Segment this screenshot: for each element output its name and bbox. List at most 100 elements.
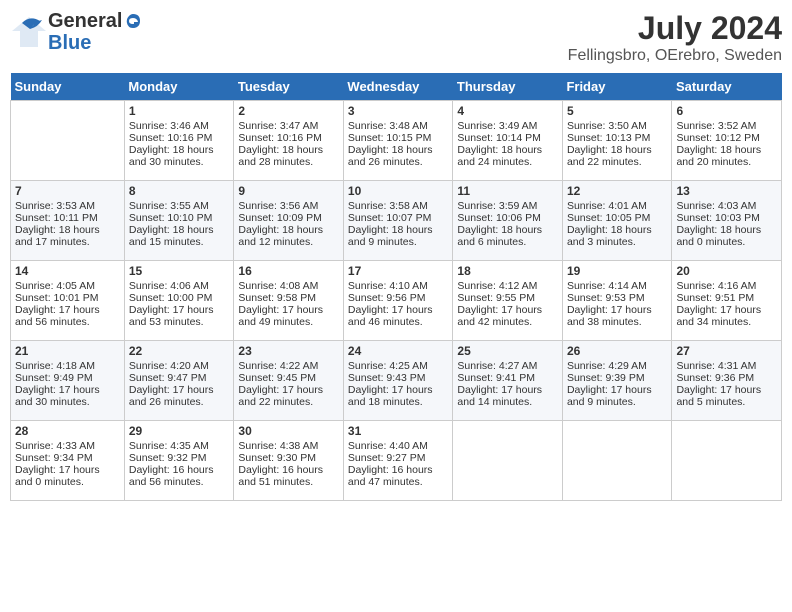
sunset-time: Sunset: 9:32 PM: [129, 452, 230, 464]
sunset-time: Sunset: 10:16 PM: [238, 132, 339, 144]
calendar-cell: 31Sunrise: 4:40 AMSunset: 9:27 PMDayligh…: [343, 421, 453, 501]
logo-blue: Blue: [48, 32, 142, 54]
daylight-hours: Daylight: 17 hours and 34 minutes.: [676, 304, 777, 328]
daylight-hours: Daylight: 18 hours and 24 minutes.: [457, 144, 558, 168]
sunrise-time: Sunrise: 4:06 AM: [129, 280, 230, 292]
weekday-header-wednesday: Wednesday: [343, 73, 453, 101]
day-number: 1: [129, 104, 230, 118]
day-number: 8: [129, 184, 230, 198]
calendar-cell: 16Sunrise: 4:08 AMSunset: 9:58 PMDayligh…: [234, 261, 344, 341]
calendar-cell: 6Sunrise: 3:52 AMSunset: 10:12 PMDayligh…: [672, 101, 782, 181]
day-number: 17: [348, 264, 449, 278]
daylight-hours: Daylight: 18 hours and 0 minutes.: [676, 224, 777, 248]
daylight-hours: Daylight: 18 hours and 15 minutes.: [129, 224, 230, 248]
daylight-hours: Daylight: 18 hours and 28 minutes.: [238, 144, 339, 168]
sunset-time: Sunset: 10:06 PM: [457, 212, 558, 224]
sunset-time: Sunset: 9:56 PM: [348, 292, 449, 304]
calendar-cell: 17Sunrise: 4:10 AMSunset: 9:56 PMDayligh…: [343, 261, 453, 341]
calendar-cell: 2Sunrise: 3:47 AMSunset: 10:16 PMDayligh…: [234, 101, 344, 181]
daylight-hours: Daylight: 18 hours and 3 minutes.: [567, 224, 668, 248]
sunset-time: Sunset: 9:55 PM: [457, 292, 558, 304]
sunset-time: Sunset: 9:47 PM: [129, 372, 230, 384]
sunset-time: Sunset: 9:45 PM: [238, 372, 339, 384]
day-number: 9: [238, 184, 339, 198]
day-number: 15: [129, 264, 230, 278]
sunset-time: Sunset: 10:07 PM: [348, 212, 449, 224]
sunset-time: Sunset: 10:16 PM: [129, 132, 230, 144]
sunset-time: Sunset: 10:15 PM: [348, 132, 449, 144]
calendar-cell: 11Sunrise: 3:59 AMSunset: 10:06 PMDaylig…: [453, 181, 563, 261]
day-number: 7: [15, 184, 120, 198]
calendar-cell: 10Sunrise: 3:58 AMSunset: 10:07 PMDaylig…: [343, 181, 453, 261]
logo: General Blue: [10, 10, 142, 54]
page-header: General Blue July 2024 Fellingsbro, OEre…: [10, 10, 782, 65]
daylight-hours: Daylight: 16 hours and 51 minutes.: [238, 464, 339, 488]
sunrise-time: Sunrise: 4:10 AM: [348, 280, 449, 292]
sunset-time: Sunset: 9:30 PM: [238, 452, 339, 464]
weekday-header-saturday: Saturday: [672, 73, 782, 101]
weekday-header-tuesday: Tuesday: [234, 73, 344, 101]
calendar-cell: 9Sunrise: 3:56 AMSunset: 10:09 PMDayligh…: [234, 181, 344, 261]
daylight-hours: Daylight: 17 hours and 53 minutes.: [129, 304, 230, 328]
sunset-time: Sunset: 10:13 PM: [567, 132, 668, 144]
calendar-cell: 29Sunrise: 4:35 AMSunset: 9:32 PMDayligh…: [124, 421, 234, 501]
sunrise-time: Sunrise: 4:35 AM: [129, 440, 230, 452]
week-row-4: 21Sunrise: 4:18 AMSunset: 9:49 PMDayligh…: [11, 341, 782, 421]
daylight-hours: Daylight: 16 hours and 56 minutes.: [129, 464, 230, 488]
day-number: 31: [348, 424, 449, 438]
sunrise-time: Sunrise: 3:56 AM: [238, 200, 339, 212]
sunrise-time: Sunrise: 4:12 AM: [457, 280, 558, 292]
sunset-time: Sunset: 9:41 PM: [457, 372, 558, 384]
sunrise-time: Sunrise: 4:03 AM: [676, 200, 777, 212]
sunrise-time: Sunrise: 3:58 AM: [348, 200, 449, 212]
daylight-hours: Daylight: 17 hours and 14 minutes.: [457, 384, 558, 408]
day-number: 11: [457, 184, 558, 198]
day-number: 6: [676, 104, 777, 118]
day-number: 19: [567, 264, 668, 278]
sunrise-time: Sunrise: 4:20 AM: [129, 360, 230, 372]
day-number: 5: [567, 104, 668, 118]
daylight-hours: Daylight: 17 hours and 22 minutes.: [238, 384, 339, 408]
calendar-cell: 14Sunrise: 4:05 AMSunset: 10:01 PMDaylig…: [11, 261, 125, 341]
calendar-cell: [562, 421, 672, 501]
weekday-header-row: SundayMondayTuesdayWednesdayThursdayFrid…: [11, 73, 782, 101]
sunset-time: Sunset: 9:34 PM: [15, 452, 120, 464]
calendar-cell: 23Sunrise: 4:22 AMSunset: 9:45 PMDayligh…: [234, 341, 344, 421]
sunset-time: Sunset: 10:00 PM: [129, 292, 230, 304]
calendar-cell: [11, 101, 125, 181]
logo-text: General Blue: [48, 10, 142, 54]
day-number: 28: [15, 424, 120, 438]
calendar-cell: 20 Sunrise: 4:16 AMSunset: 9:51 PMDayligh…: [672, 261, 782, 341]
calendar-cell: 21Sunrise: 4:18 AMSunset: 9:49 PMDayligh…: [11, 341, 125, 421]
daylight-hours: Daylight: 18 hours and 17 minutes.: [15, 224, 120, 248]
sunrise-time: Sunrise: 4:16 AM: [676, 280, 777, 292]
sunset-time: Sunset: 10:10 PM: [129, 212, 230, 224]
day-number: 13: [676, 184, 777, 198]
sunset-time: Sunset: 10:05 PM: [567, 212, 668, 224]
daylight-hours: Daylight: 18 hours and 6 minutes.: [457, 224, 558, 248]
daylight-hours: Daylight: 17 hours and 9 minutes.: [567, 384, 668, 408]
location-title: Fellingsbro, OErebro, Sweden: [568, 47, 782, 65]
daylight-hours: Daylight: 17 hours and 42 minutes.: [457, 304, 558, 328]
calendar-cell: 30Sunrise: 4:38 AMSunset: 9:30 PMDayligh…: [234, 421, 344, 501]
daylight-hours: Daylight: 17 hours and 49 minutes.: [238, 304, 339, 328]
calendar-cell: 7Sunrise: 3:53 AMSunset: 10:11 PMDayligh…: [11, 181, 125, 261]
calendar-cell: 1Sunrise: 3:46 AMSunset: 10:16 PMDayligh…: [124, 101, 234, 181]
calendar-cell: 13Sunrise: 4:03 AMSunset: 10:03 PMDaylig…: [672, 181, 782, 261]
day-number: 20: [676, 264, 777, 278]
day-number: 22: [129, 344, 230, 358]
daylight-hours: Daylight: 18 hours and 9 minutes.: [348, 224, 449, 248]
weekday-header-sunday: Sunday: [11, 73, 125, 101]
daylight-hours: Daylight: 18 hours and 12 minutes.: [238, 224, 339, 248]
calendar-cell: 5Sunrise: 3:50 AMSunset: 10:13 PMDayligh…: [562, 101, 672, 181]
sunrise-time: Sunrise: 3:55 AM: [129, 200, 230, 212]
calendar-cell: 24Sunrise: 4:25 AMSunset: 9:43 PMDayligh…: [343, 341, 453, 421]
sunset-time: Sunset: 9:51 PM: [676, 292, 777, 304]
sunrise-time: Sunrise: 3:46 AM: [129, 120, 230, 132]
sunset-time: Sunset: 9:39 PM: [567, 372, 668, 384]
sunrise-time: Sunrise: 4:22 AM: [238, 360, 339, 372]
sunset-time: Sunset: 9:49 PM: [15, 372, 120, 384]
sunset-time: Sunset: 10:11 PM: [15, 212, 120, 224]
sunset-time: Sunset: 9:27 PM: [348, 452, 449, 464]
sunrise-time: Sunrise: 4:40 AM: [348, 440, 449, 452]
